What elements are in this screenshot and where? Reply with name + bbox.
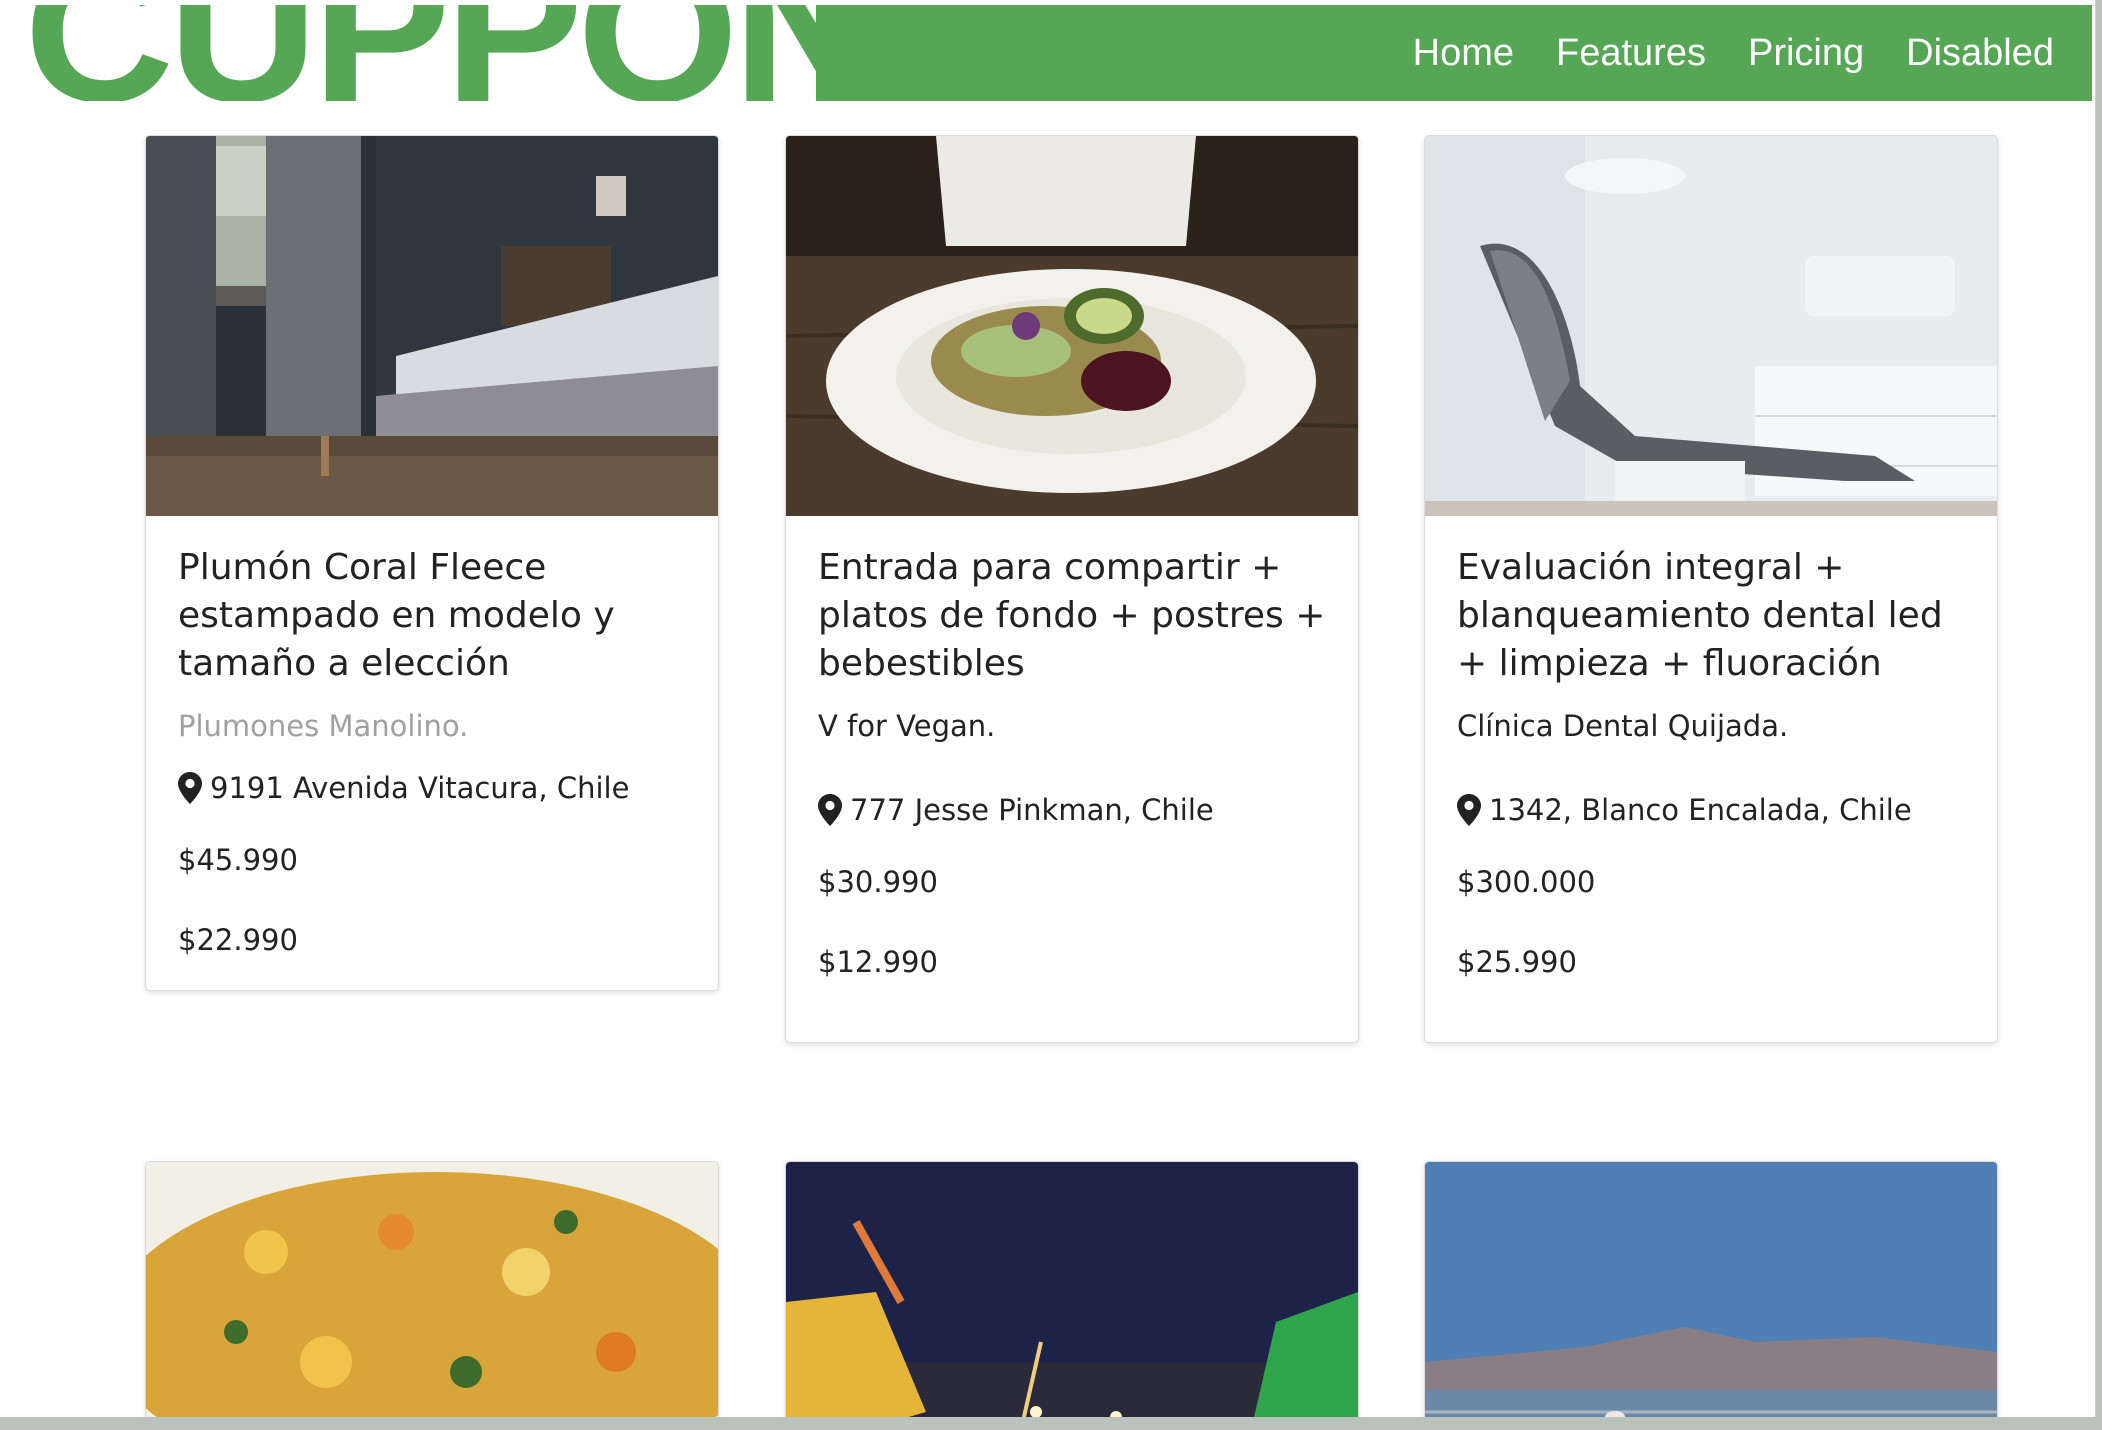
deal-address: 1342, Blanco Encalada, Chile <box>1457 790 1965 830</box>
bedroom-photo <box>146 136 718 516</box>
deal-card[interactable] <box>785 1161 1359 1417</box>
deal-title[interactable]: Plumón Coral Fleece estampado en modelo … <box>178 544 686 688</box>
nav-link-home[interactable]: Home <box>1413 32 1514 75</box>
dental-photo <box>1425 136 1997 516</box>
browser-window: CUPPON Home Features Pricing Disabled <box>0 0 2096 1417</box>
deal-title[interactable]: Entrada para compartir + platos de fondo… <box>818 544 1326 688</box>
deal-card[interactable]: Evaluación integral + blanqueamiento den… <box>1424 135 1998 1043</box>
nav-link-features[interactable]: Features <box>1556 32 1706 75</box>
deal-vendor: Clínica Dental Quijada. <box>1457 709 1789 743</box>
card-body: Entrada para compartir + platos de fondo… <box>786 516 1358 1042</box>
deal-image-food[interactable] <box>786 136 1358 516</box>
deal-price-original: $300.000 <box>1457 865 1596 899</box>
deal-address-text: 777 Jesse Pinkman, Chile <box>850 793 1214 827</box>
deal-image-fair[interactable] <box>786 1162 1358 1417</box>
deal-image-dental[interactable] <box>1425 136 1997 516</box>
map-marker-icon <box>178 772 202 804</box>
deal-card[interactable] <box>1424 1161 1998 1417</box>
deal-card[interactable]: Plumón Coral Fleece estampado en modelo … <box>145 135 719 991</box>
map-marker-icon <box>1457 794 1481 826</box>
card-body: Plumón Coral Fleece estampado en modelo … <box>146 516 718 990</box>
deal-price-original: $45.990 <box>178 843 298 877</box>
brand-logo[interactable]: CUPPON <box>2 5 816 101</box>
deal-address: 9191 Avenida Vitacura, Chile <box>178 768 686 808</box>
deal-card[interactable] <box>145 1161 719 1417</box>
deal-price-original: $30.990 <box>818 865 938 899</box>
nav-link-pricing[interactable]: Pricing <box>1748 32 1864 75</box>
deal-image-lake[interactable] <box>1425 1162 1997 1417</box>
nav-links: Home Features Pricing Disabled <box>1413 5 2054 101</box>
map-marker-icon <box>818 794 842 826</box>
deal-price-offer: $22.990 <box>178 923 298 957</box>
deal-vendor: V for Vegan. <box>818 709 996 743</box>
deal-price-offer: $25.990 <box>1457 945 1577 979</box>
deal-image-bedroom[interactable] <box>146 136 718 516</box>
deal-image-stew[interactable] <box>146 1162 718 1417</box>
deal-vendor: Plumones Manolino. <box>178 709 469 743</box>
deal-price-offer: $12.990 <box>818 945 938 979</box>
deal-title[interactable]: Evaluación integral + blanqueamiento den… <box>1457 544 1965 688</box>
logo-text: CUPPON <box>24 5 816 101</box>
food-photo <box>786 136 1358 516</box>
window-bottom-edge <box>0 1417 2102 1430</box>
top-navbar: CUPPON Home Features Pricing Disabled <box>2 5 2092 101</box>
deal-address: 777 Jesse Pinkman, Chile <box>818 790 1326 830</box>
deal-address-text: 9191 Avenida Vitacura, Chile <box>210 771 630 805</box>
nav-link-disabled[interactable]: Disabled <box>1906 32 2054 75</box>
card-body: Evaluación integral + blanqueamiento den… <box>1425 516 1997 1042</box>
deal-address-text: 1342, Blanco Encalada, Chile <box>1489 793 1912 827</box>
deal-card[interactable]: Entrada para compartir + platos de fondo… <box>785 135 1359 1043</box>
